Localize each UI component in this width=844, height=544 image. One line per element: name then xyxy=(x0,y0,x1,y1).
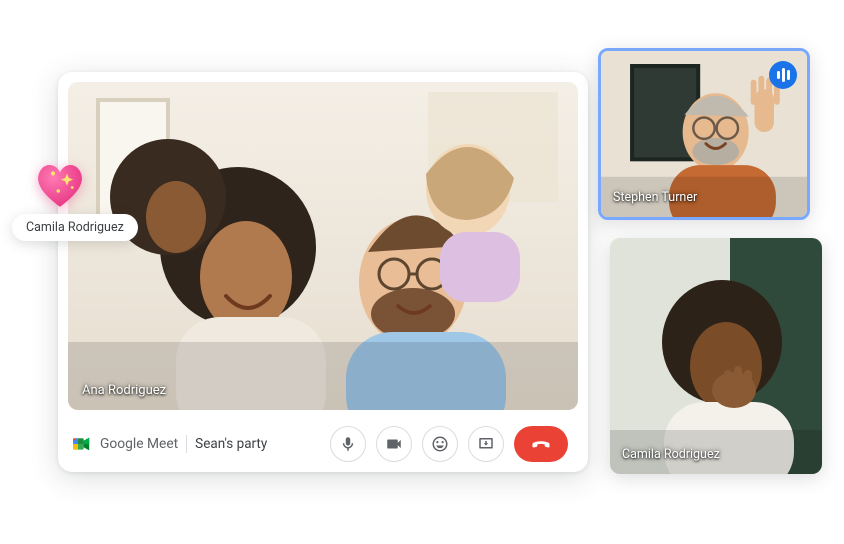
meet-window: Ana Rodriguez Google Meet Sean's party xyxy=(58,72,588,472)
main-video-tile[interactable]: Ana Rodriguez xyxy=(68,82,578,410)
hangup-icon xyxy=(530,433,552,455)
participant-tile-stephen[interactable]: Stephen Turner xyxy=(598,48,810,220)
brand-divider xyxy=(186,435,187,453)
meeting-title-label: Sean's party xyxy=(195,436,267,452)
sparkle-heart-icon xyxy=(32,156,88,212)
participant-name-label: Stephen Turner xyxy=(613,190,697,205)
reactions-button[interactable] xyxy=(422,426,458,462)
present-button[interactable] xyxy=(468,426,504,462)
microphone-icon xyxy=(339,435,357,453)
participant-name-label: Camila Rodriguez xyxy=(622,447,720,462)
call-controls xyxy=(330,426,574,462)
mic-button[interactable] xyxy=(330,426,366,462)
reaction-sender-chip: Camila Rodriguez xyxy=(12,214,138,241)
emoji-icon xyxy=(431,435,449,453)
brand-name-label: Google Meet xyxy=(100,436,178,452)
speaking-indicator-icon xyxy=(769,61,797,89)
hangup-button[interactable] xyxy=(514,426,568,462)
camera-icon xyxy=(385,435,403,453)
participant-tile-camila[interactable]: Camila Rodriguez xyxy=(610,238,822,474)
participant-name-label: Ana Rodriguez xyxy=(82,383,166,398)
main-video-placeholder xyxy=(68,82,578,410)
camera-button[interactable] xyxy=(376,426,412,462)
google-meet-logo-icon xyxy=(72,436,92,452)
participant-video-placeholder xyxy=(610,238,822,474)
meeting-bottom-bar: Google Meet Sean's party xyxy=(58,416,588,472)
brand-block: Google Meet Sean's party xyxy=(72,435,267,453)
present-screen-icon xyxy=(477,435,495,453)
